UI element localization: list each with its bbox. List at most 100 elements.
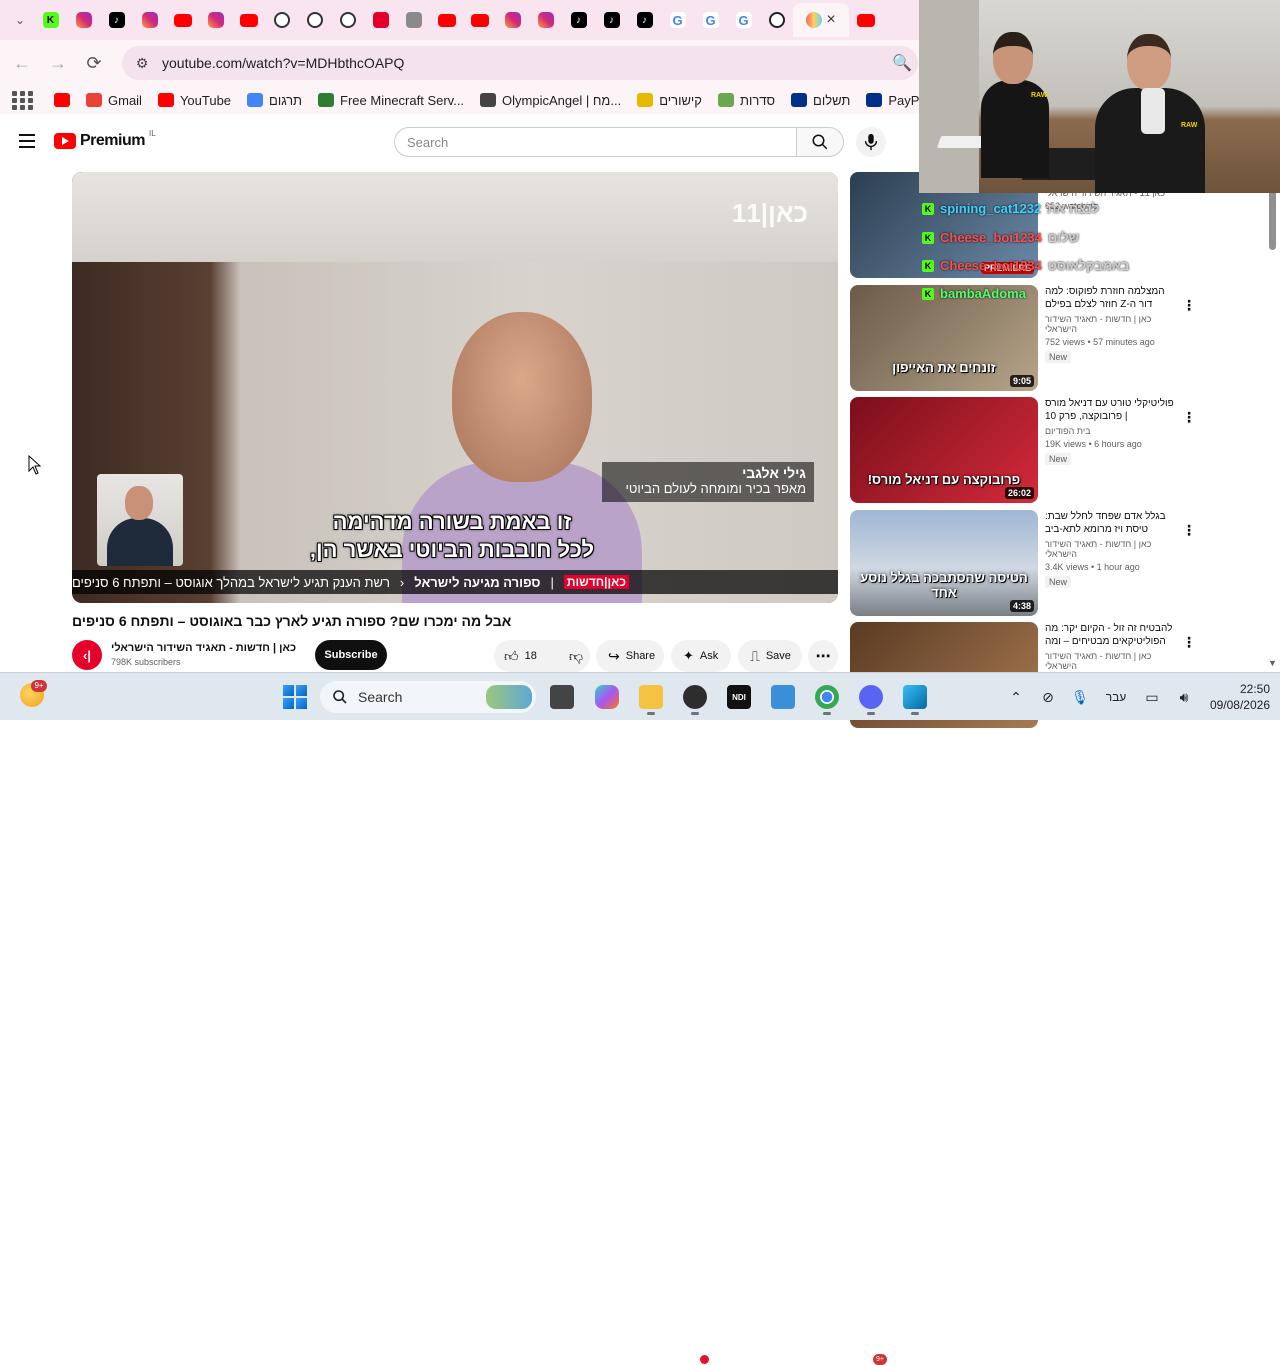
browser-tab[interactable] [529, 3, 562, 37]
video-thumbnail[interactable]: הטיסה שהסתבכה בגלל נוסע אחד 4:38 [850, 510, 1038, 616]
search-button[interactable] [796, 127, 844, 157]
close-tab-icon[interactable]: × [826, 11, 835, 29]
recommended-video[interactable]: פרובוקצה עם דניאל מורס! 26:02 פוליטיקלי טו… [850, 397, 1196, 503]
browser-tab[interactable] [133, 3, 166, 37]
more-options-icon[interactable]: ⋮ [1182, 522, 1196, 539]
browser-tab[interactable] [298, 3, 331, 37]
more-actions-button[interactable]: ⋯ [808, 640, 838, 672]
voice-search-button[interactable] [856, 127, 886, 157]
scroll-down-arrow-icon[interactable]: ▼ [1268, 658, 1277, 668]
photos-app-icon[interactable] [903, 685, 927, 715]
recommended-video[interactable]: הטיסה שהסתבכה בגלל נוסע אחד 4:38 בגלל אדם … [850, 510, 1196, 616]
bookmark-item[interactable]: OlympicAngel | מח... [472, 86, 629, 114]
taskbar-search[interactable]: Search [320, 681, 536, 713]
zoom-icon[interactable]: 🔍 [892, 53, 912, 73]
video-title[interactable]: בגלל אדם שפחד לחלל שבת: טיסת ויז מרומא ל… [1045, 510, 1177, 536]
terminal-app-icon[interactable] [550, 685, 574, 709]
apps-grid-icon[interactable] [12, 90, 34, 110]
browser-tab[interactable]: × [793, 3, 849, 37]
input-language[interactable]: עבר [1096, 690, 1136, 704]
view-count: 3.4K views • 1 hour ago [1045, 562, 1140, 572]
bookmark-label: סדרות [739, 92, 776, 108]
like-button[interactable]: 👍︎ 18 [494, 640, 547, 672]
url-text[interactable]: youtube.com/watch?v=MDHbthcOAPQ [162, 55, 404, 71]
browser-tab[interactable] [364, 3, 397, 37]
display-icon[interactable]: ▭ [1136, 689, 1168, 706]
channel-avatar[interactable]: ‹| [72, 640, 102, 670]
site-info-icon[interactable]: ⚙ [128, 55, 156, 72]
github-icon [306, 12, 323, 28]
video-player[interactable]: כאן|11 גילי אלגבי מאפר בכיר ומומחה לעולם… [72, 172, 838, 603]
discord-app-icon[interactable] [859, 685, 883, 715]
google-icon: G [735, 12, 752, 28]
system-clock[interactable]: 22:50 09/08/2026 [1196, 681, 1270, 713]
video-thumbnail[interactable]: פרובוקצה עם דניאל מורס! 26:02 [850, 397, 1038, 503]
reload-button[interactable]: ⟳ [76, 45, 112, 81]
video-title[interactable]: המצלמה חוזרת לפוקוס: למה דור ה-Z חוזר לצ… [1045, 285, 1177, 311]
share-button[interactable]: ↪ Share [596, 640, 664, 672]
bookmark-item[interactable]: Free Minecraft Serv... [310, 86, 472, 114]
bookmark-item[interactable]: תרגום [239, 86, 310, 114]
save-button[interactable]: ⎍ Save [738, 640, 802, 672]
video-title[interactable]: להבטיח זה זול - הקיום יקר: מה הפוליטיקאי… [1045, 622, 1177, 648]
channel-name[interactable]: כאן | חדשות - תאגיד השידור הישראלי [1045, 314, 1177, 334]
network-off-icon[interactable]: ⊘ [1032, 689, 1064, 706]
openai-icon [768, 12, 785, 28]
ask-button[interactable]: ✦ Ask [671, 640, 731, 672]
browser-tab[interactable] [331, 3, 364, 37]
more-options-icon[interactable]: ⋮ [1182, 409, 1196, 426]
browser-tab[interactable]: G [694, 3, 727, 37]
channel-name[interactable]: כאן | חדשות - תאגיד השידור הישראלי [1045, 539, 1177, 559]
browser-tab[interactable]: ♪ [595, 3, 628, 37]
youtube-logo[interactable]: Premium IL [54, 129, 156, 150]
back-button[interactable]: ← [4, 45, 40, 81]
dislike-button[interactable]: 👎︎ [559, 640, 593, 672]
forward-button[interactable]: → [40, 45, 76, 81]
bookmark-item[interactable]: Gmail [78, 86, 150, 114]
bookmark-item[interactable]: תשלום [783, 86, 858, 114]
browser-tab[interactable] [849, 3, 882, 37]
guide-menu-button[interactable] [14, 130, 40, 154]
bookmark-item[interactable]: קישורים [629, 86, 710, 114]
browser-tab[interactable] [463, 3, 496, 37]
save-label: Save [765, 650, 791, 662]
address-bar[interactable]: ⚙ youtube.com/watch?v=MDHbthcOAPQ 🔍 [122, 46, 918, 80]
browser-tab[interactable] [166, 3, 199, 37]
obs-app-icon[interactable] [683, 685, 707, 715]
browser-tab[interactable] [265, 3, 298, 37]
channel-name[interactable]: כאן | חדשות - תאגיד השידור הישראלי [111, 642, 296, 654]
tray-overflow-chevron-icon[interactable]: ⌃ [1000, 689, 1032, 706]
browser-tab[interactable] [760, 3, 793, 37]
start-button[interactable] [283, 685, 307, 709]
more-options-icon[interactable]: ⋮ [1182, 634, 1196, 651]
bookmark-item[interactable] [46, 86, 78, 114]
browser-tab[interactable]: G [661, 3, 694, 37]
file-explorer-icon[interactable] [639, 685, 663, 715]
subscribe-button[interactable]: Subscribe [315, 640, 387, 670]
bookmark-item[interactable]: סדרות [710, 86, 783, 114]
browser-tab[interactable] [397, 3, 430, 37]
browser-tab[interactable]: K [34, 3, 67, 37]
more-options-icon[interactable]: ⋮ [1182, 297, 1196, 314]
browser-tab[interactable]: ♪ [100, 3, 133, 37]
sidebar-scrollbar[interactable]: ▼ [1266, 172, 1278, 672]
channel-name[interactable]: בית הפודיום [1045, 426, 1177, 436]
bookmark-item[interactable]: YouTube [150, 86, 239, 114]
browser-tab[interactable] [67, 3, 100, 37]
microphone-icon[interactable]: 🎙︎ [1064, 689, 1096, 706]
browser-tab[interactable] [496, 3, 529, 37]
browser-tab[interactable] [232, 3, 265, 37]
notepad-app-icon[interactable] [771, 685, 795, 709]
copilot-app-icon[interactable] [595, 685, 619, 709]
video-title[interactable]: פוליטיקלי טורט עם דניאל מורס | פרובוקצה,… [1045, 397, 1177, 423]
channel-name[interactable]: כאן | חדשות - תאגיד השידור הישראלי [1045, 651, 1177, 671]
search-input[interactable]: Search [394, 127, 797, 157]
browser-tab[interactable] [199, 3, 232, 37]
ndi-app-icon[interactable]: NDI [727, 685, 751, 709]
browser-tab[interactable]: G [727, 3, 760, 37]
tab-search-button[interactable]: ⌄ [6, 2, 34, 38]
browser-tab[interactable]: ♪ [628, 3, 661, 37]
chrome-app-icon[interactable] [815, 685, 839, 715]
browser-tab[interactable]: ♪ [562, 3, 595, 37]
browser-tab[interactable] [430, 3, 463, 37]
